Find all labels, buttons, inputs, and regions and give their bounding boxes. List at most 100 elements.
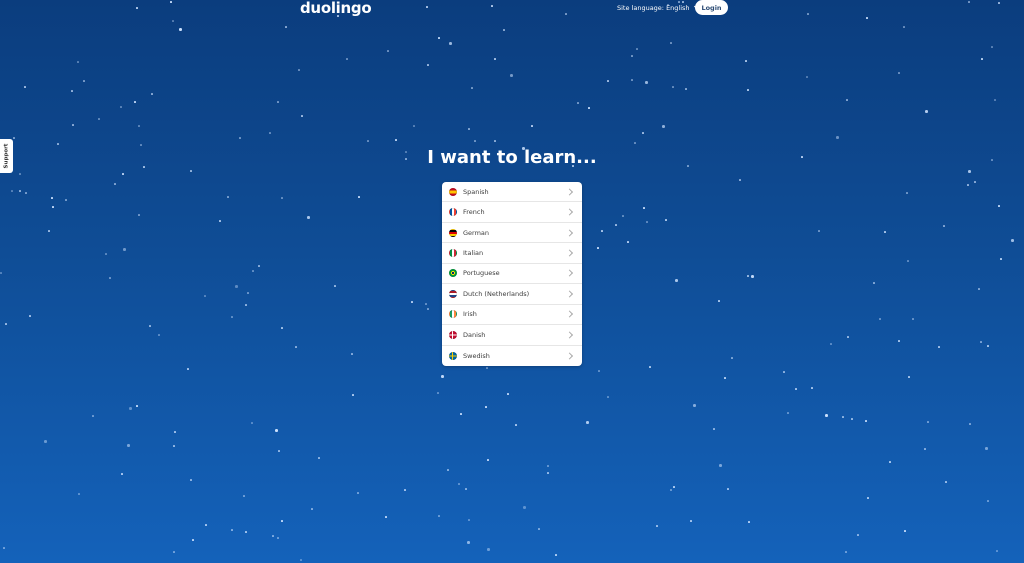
star-dot — [13, 137, 15, 139]
star-dot — [346, 58, 348, 60]
star-dot — [151, 93, 153, 95]
star-dot — [938, 346, 940, 348]
star-dot — [413, 125, 415, 127]
star-dot — [174, 431, 176, 433]
star-dot — [467, 541, 470, 544]
star-dot — [673, 486, 675, 488]
star-dot — [285, 26, 287, 28]
star-dot — [72, 124, 74, 126]
star-dot — [485, 406, 487, 408]
star-dot — [425, 303, 427, 305]
language-label: French — [463, 208, 485, 217]
star-dot — [300, 559, 302, 561]
chevron-right-icon — [565, 290, 574, 298]
star-dot — [627, 241, 629, 243]
star-dot — [231, 529, 233, 531]
star-dot — [52, 206, 54, 208]
star-dot — [251, 422, 253, 424]
star-dot — [281, 520, 283, 522]
star-dot — [974, 181, 976, 183]
star-dot — [751, 275, 754, 278]
star-dot — [494, 140, 496, 142]
login-button[interactable]: Login — [695, 0, 728, 15]
language-item-german[interactable]: German — [442, 223, 582, 244]
star-dot — [945, 481, 947, 483]
star-dot — [48, 230, 50, 232]
star-dot — [105, 253, 107, 255]
star-dot — [129, 407, 132, 410]
star-dot — [192, 539, 194, 541]
star-dot — [247, 292, 249, 294]
star-dot — [739, 179, 741, 181]
star-dot — [24, 86, 26, 88]
star-dot — [851, 418, 853, 420]
chevron-right-icon — [565, 352, 574, 360]
star-dot — [227, 196, 229, 198]
star-dot — [693, 404, 696, 407]
star-dot — [670, 489, 672, 491]
star-dot — [239, 137, 241, 139]
star-dot — [994, 99, 996, 101]
star-dot — [245, 531, 247, 533]
star-dot — [204, 295, 206, 297]
star-dot — [78, 493, 80, 495]
star-dot — [438, 515, 440, 517]
language-item-danish[interactable]: Danish — [442, 325, 582, 346]
chevron-right-icon — [565, 310, 574, 318]
star-dot — [622, 215, 624, 217]
star-dot — [662, 125, 665, 128]
star-dot — [277, 101, 279, 103]
star-dot — [867, 497, 869, 499]
star-dot — [675, 279, 678, 282]
language-item-portuguese[interactable]: Portuguese — [442, 264, 582, 285]
brazil-flag-icon — [449, 269, 457, 278]
star-dot — [190, 170, 192, 172]
language-label: Dutch (Netherlands) — [463, 289, 530, 298]
star-dot — [447, 469, 449, 471]
language-item-dutch-netherlands[interactable]: Dutch (Netherlands) — [442, 284, 582, 305]
star-dot — [503, 29, 505, 31]
star-dot — [275, 429, 278, 432]
star-dot — [718, 300, 720, 302]
star-dot — [906, 192, 908, 194]
star-dot — [140, 144, 142, 146]
star-dot — [985, 447, 988, 450]
star-dot — [123, 248, 126, 251]
star-dot — [980, 341, 982, 343]
star-dot — [121, 473, 123, 475]
star-dot — [258, 265, 260, 267]
star-dot — [879, 318, 881, 320]
language-item-irish[interactable]: Irish — [442, 305, 582, 326]
star-dot — [846, 99, 848, 101]
star-dot — [173, 551, 175, 553]
chevron-right-icon — [565, 269, 574, 278]
star-dot — [847, 336, 849, 338]
chevron-right-icon — [565, 249, 574, 257]
star-dot — [656, 525, 658, 527]
star-dot — [243, 495, 245, 497]
star-dot — [83, 80, 85, 82]
language-item-swedish[interactable]: Swedish — [442, 346, 582, 366]
star-dot — [367, 140, 369, 142]
language-item-french[interactable]: French — [442, 202, 582, 223]
star-dot — [889, 461, 891, 463]
star-dot — [631, 79, 633, 81]
star-dot — [205, 524, 207, 526]
star-dot — [968, 170, 971, 173]
star-dot — [924, 448, 926, 450]
site-language-label: Site language: English — [617, 4, 690, 12]
star-dot — [597, 247, 599, 249]
language-item-italian[interactable]: Italian — [442, 243, 582, 264]
star-dot — [907, 260, 909, 262]
star-dot — [395, 139, 397, 141]
star-dot — [510, 74, 513, 77]
star-dot — [731, 357, 733, 359]
language-item-spanish[interactable]: Spanish — [442, 182, 582, 203]
sweden-flag-icon — [449, 351, 457, 360]
star-dot — [122, 173, 124, 175]
site-language-dropdown[interactable]: Site language: English — [617, 2, 701, 12]
star-dot — [25, 192, 27, 194]
duolingo-logo[interactable]: duolingo — [300, 0, 372, 17]
star-dot — [1011, 239, 1014, 242]
star-dot — [884, 231, 886, 233]
